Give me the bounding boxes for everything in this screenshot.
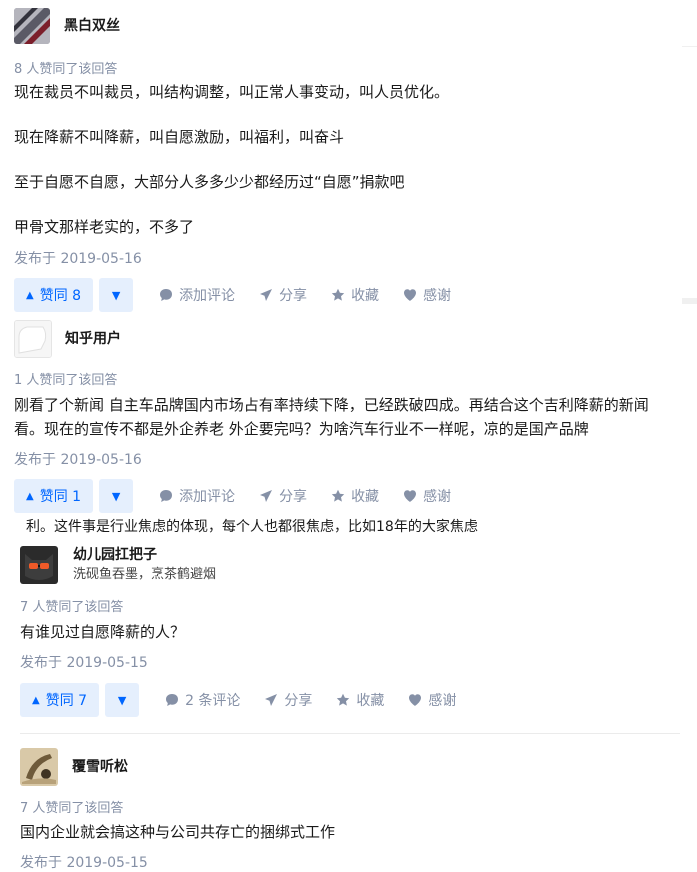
- share-label: 分享: [284, 693, 313, 709]
- avatar[interactable]: [14, 8, 50, 44]
- downvote-button[interactable]: ▼: [99, 479, 134, 513]
- author-bio: 洗砚鱼吞墨，烹茶鹤避烟: [73, 567, 217, 582]
- speech-bubble-icon: [165, 693, 179, 707]
- divider: [682, 298, 697, 304]
- action-bar: ▲ 赞同 1 ▼ 添加评论 分享 收藏 感谢: [14, 479, 451, 513]
- upvote-button[interactable]: ▲ 赞同 1: [14, 479, 94, 513]
- vote-count-text: 1 人赞同了该回答: [14, 373, 118, 388]
- author-name[interactable]: 覆雪听松: [72, 758, 128, 776]
- author-row: 知乎用户: [14, 320, 121, 358]
- answer-paragraph: 甲骨文那样老实的，不多了: [14, 218, 195, 236]
- answer-paragraph: 现在裁员不叫裁员，叫结构调整，叫正常人事变动，叫人员优化。: [14, 83, 450, 101]
- collect-button[interactable]: 收藏: [331, 285, 379, 305]
- author-row: 幼儿园扛把子 洗砚鱼吞墨，烹茶鹤避烟: [20, 546, 216, 584]
- triangle-up-icon: ▲: [26, 490, 34, 502]
- thanks-button[interactable]: 感谢: [403, 486, 451, 506]
- answer-paragraph: 国内企业就会搞这种与公司共存亡的捆绑式工作: [20, 823, 336, 841]
- answer-paragraph: 看。现在的宣传不都是外企养老 外企要完吗？为啥汽车行业不一样呢，凉的是国产品牌: [14, 420, 589, 438]
- share-button[interactable]: 分享: [259, 486, 307, 506]
- publish-date[interactable]: 发布于 2019-05-15: [20, 652, 148, 672]
- avatar-image: [14, 8, 50, 44]
- upvote-label: 赞同 7: [45, 693, 88, 709]
- comment-button[interactable]: 添加评论: [159, 486, 235, 506]
- answer-paragraph: 有谁见过自愿降薪的人？: [20, 623, 186, 641]
- thanks-button[interactable]: 感谢: [408, 690, 456, 710]
- share-button[interactable]: 分享: [259, 285, 307, 305]
- thanks-label: 感谢: [423, 489, 452, 505]
- thanks-label: 感谢: [423, 288, 452, 304]
- upvote-button[interactable]: ▲ 赞同 7: [20, 683, 100, 717]
- publish-date[interactable]: 发布于 2019-05-16: [14, 248, 142, 268]
- share-label: 分享: [279, 489, 308, 505]
- triangle-up-icon: ▲: [32, 694, 40, 706]
- avatar[interactable]: [20, 546, 58, 584]
- triangle-down-icon: ▼: [111, 288, 121, 302]
- vote-count-text: 7 人赞同了该回答: [20, 600, 124, 615]
- overlap-text-fragment: 利。这件事是行业焦虑的体现，每个人也都很焦虑，比如18年的大家焦虑: [26, 519, 478, 535]
- avatar-image: [15, 321, 51, 357]
- avatar[interactable]: [14, 320, 52, 358]
- comment-label: 2 条评论: [185, 693, 241, 709]
- heart-icon: [403, 288, 417, 302]
- avatar[interactable]: [20, 748, 58, 786]
- vote-count-text: 8 人赞同了该回答: [14, 62, 118, 77]
- answer-paragraph: 现在降薪不叫降薪，叫自愿激励，叫福利，叫奋斗: [14, 128, 345, 146]
- speech-bubble-icon: [159, 288, 173, 302]
- action-bar: ▲ 赞同 8 ▼ 添加评论 分享 收藏 感谢: [14, 278, 451, 312]
- speech-bubble-icon: [159, 489, 173, 503]
- triangle-up-icon: ▲: [26, 289, 34, 301]
- author-name[interactable]: 黑白双丝: [64, 17, 120, 35]
- triangle-down-icon: ▼: [117, 693, 127, 707]
- star-icon: [331, 288, 345, 302]
- comment-label: 添加评论: [179, 489, 236, 505]
- downvote-button[interactable]: ▼: [105, 683, 140, 717]
- divider: [682, 46, 697, 47]
- answer-divider: [20, 733, 680, 734]
- triangle-down-icon: ▼: [111, 489, 121, 503]
- paper-plane-icon: [259, 288, 273, 302]
- collect-button[interactable]: 收藏: [336, 690, 384, 710]
- publish-date[interactable]: 发布于 2019-05-15: [20, 852, 148, 872]
- upvote-label: 赞同 8: [39, 288, 82, 304]
- star-icon: [331, 489, 345, 503]
- author-name[interactable]: 知乎用户: [65, 330, 121, 348]
- share-label: 分享: [279, 288, 308, 304]
- answer-paragraph: 刚看了个新闻 自主车品牌国内市场占有率持续下降，已经跌破四成。再结合这个吉利降薪…: [14, 396, 649, 414]
- paper-plane-icon: [259, 489, 273, 503]
- share-button[interactable]: 分享: [264, 690, 312, 710]
- heart-icon: [403, 489, 417, 503]
- paper-plane-icon: [264, 693, 278, 707]
- avatar-image: [20, 546, 58, 584]
- avatar-image: [20, 748, 58, 786]
- heart-icon: [408, 693, 422, 707]
- collect-label: 收藏: [351, 288, 380, 304]
- comment-button[interactable]: 2 条评论: [165, 690, 240, 710]
- thanks-label: 感谢: [428, 693, 457, 709]
- collect-label: 收藏: [351, 489, 380, 505]
- thanks-button[interactable]: 感谢: [403, 285, 451, 305]
- star-icon: [336, 693, 350, 707]
- upvote-button[interactable]: ▲ 赞同 8: [14, 278, 94, 312]
- comment-label: 添加评论: [179, 288, 236, 304]
- author-row: 覆雪听松: [20, 748, 128, 786]
- collect-button[interactable]: 收藏: [331, 486, 379, 506]
- publish-date[interactable]: 发布于 2019-05-16: [14, 449, 142, 469]
- author-row: 黑白双丝: [14, 8, 120, 44]
- action-bar: ▲ 赞同 7 ▼ 2 条评论 分享 收藏 感谢: [20, 683, 456, 717]
- comment-button[interactable]: 添加评论: [159, 285, 235, 305]
- downvote-button[interactable]: ▼: [99, 278, 134, 312]
- answer-paragraph: 至于自愿不自愿，大部分人多多少少都经历过“自愿”捐款吧: [14, 173, 405, 191]
- vote-count-text: 7 人赞同了该回答: [20, 801, 124, 816]
- upvote-label: 赞同 1: [39, 489, 82, 505]
- author-name[interactable]: 幼儿园扛把子: [73, 546, 216, 564]
- collect-label: 收藏: [356, 693, 385, 709]
